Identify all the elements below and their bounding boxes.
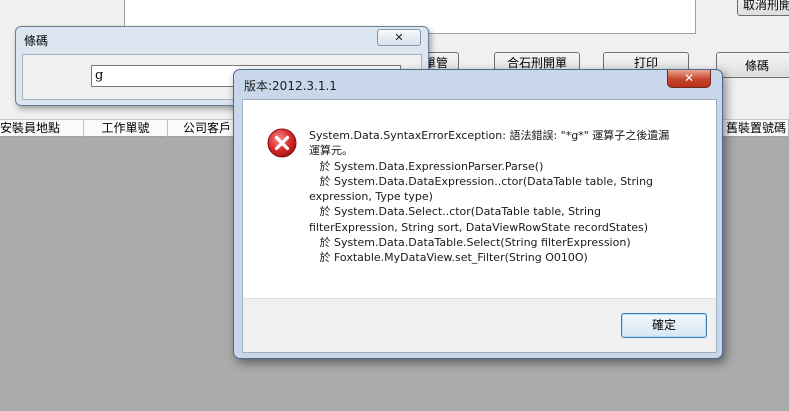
barcode-button[interactable]: 條碼 [716,52,789,78]
close-icon[interactable]: ✕ [377,29,421,46]
column-header[interactable]: 工作單號 [84,120,168,137]
ok-button[interactable]: 確定 [621,313,707,338]
close-icon[interactable]: ✕ [667,70,711,88]
cancel-dispatch-button[interactable]: 取消刑開 [737,0,789,16]
error-dialog-title: 版本:2012.3.1.1 [244,79,337,93]
error-message-area: System.Data.SyntaxErrorException: 語法錯誤: … [242,99,717,298]
error-message-text: System.Data.SyntaxErrorException: 語法錯誤: … [309,129,670,265]
barcode-dialog-title: 條碼 [24,34,49,48]
error-dialog-footer: 確定 [242,298,717,353]
column-header[interactable]: 安裝員地點 [0,120,84,137]
error-dialog: 版本:2012.3.1.1 ✕ System.Data.SyntaxErrorE… [233,69,723,359]
error-icon [267,128,297,158]
